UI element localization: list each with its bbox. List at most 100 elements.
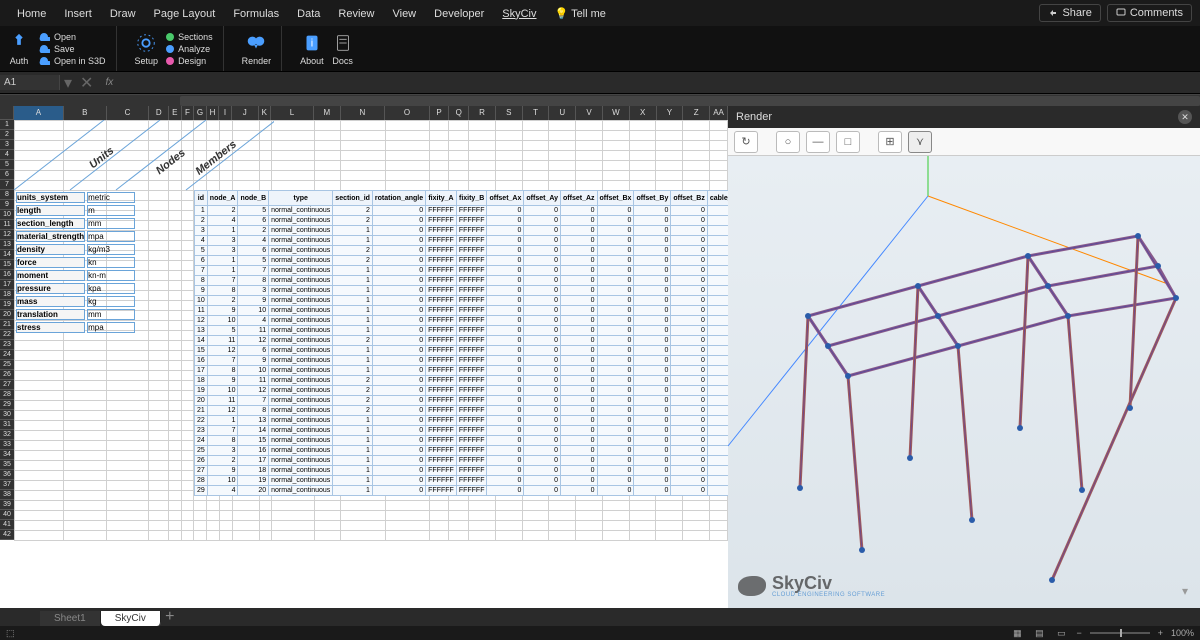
col-R[interactable]: R	[469, 106, 496, 120]
col-C[interactable]: C	[107, 106, 150, 120]
render-button[interactable]: Render	[242, 32, 272, 66]
col-I[interactable]: I	[219, 106, 232, 120]
zoom-level[interactable]: 100%	[1171, 628, 1194, 638]
menu-tell-me[interactable]: 💡 Tell me	[546, 4, 615, 24]
about-button[interactable]: i About	[300, 32, 324, 66]
menu-draw[interactable]: Draw	[101, 4, 145, 24]
col-K[interactable]: K	[259, 106, 272, 120]
row-38[interactable]: 38	[0, 490, 14, 500]
col-AA[interactable]: AA	[710, 106, 728, 120]
line-tool-icon[interactable]: —	[806, 131, 830, 153]
analyze-button[interactable]: Analyze	[166, 44, 213, 54]
row-28[interactable]: 28	[0, 390, 14, 400]
row-40[interactable]: 40	[0, 510, 14, 520]
dropdown-icon[interactable]: ▾	[1182, 584, 1188, 598]
row-29[interactable]: 29	[0, 400, 14, 410]
row-4[interactable]: 4	[0, 150, 14, 160]
row-31[interactable]: 31	[0, 420, 14, 430]
save-button[interactable]: Save	[38, 44, 106, 54]
row-19[interactable]: 19	[0, 300, 14, 310]
column-headers[interactable]: ABCDEFGHIJKLMNOPQRSTUVWXYZAA	[14, 106, 728, 120]
row-37[interactable]: 37	[0, 480, 14, 490]
menu-page-layout[interactable]: Page Layout	[145, 4, 225, 24]
menu-home[interactable]: Home	[8, 4, 55, 24]
menu-insert[interactable]: Insert	[55, 4, 101, 24]
row-22[interactable]: 22	[0, 330, 14, 340]
formula-input[interactable]	[121, 72, 1200, 93]
view-page-icon[interactable]: ▤	[1032, 627, 1046, 639]
setup-button[interactable]: Setup	[135, 32, 159, 66]
row-2[interactable]: 2	[0, 130, 14, 140]
col-B[interactable]: B	[64, 106, 107, 120]
col-M[interactable]: M	[314, 106, 341, 120]
row-41[interactable]: 41	[0, 520, 14, 530]
select-all-corner[interactable]	[0, 106, 14, 120]
menu-data[interactable]: Data	[288, 4, 329, 24]
row-30[interactable]: 30	[0, 410, 14, 420]
row-32[interactable]: 32	[0, 430, 14, 440]
row-23[interactable]: 23	[0, 340, 14, 350]
col-G[interactable]: G	[194, 106, 207, 120]
row-25[interactable]: 25	[0, 360, 14, 370]
menu-view[interactable]: View	[383, 4, 425, 24]
row-17[interactable]: 17	[0, 280, 14, 290]
menu-formulas[interactable]: Formulas	[224, 4, 288, 24]
row-20[interactable]: 20	[0, 310, 14, 320]
tab-skyciv[interactable]: SkyCiv	[101, 611, 161, 626]
close-render-button[interactable]: ✕	[1178, 110, 1192, 124]
col-J[interactable]: J	[232, 106, 259, 120]
row-8[interactable]: 8	[0, 190, 14, 200]
comments-button[interactable]: Comments	[1107, 4, 1192, 22]
row-26[interactable]: 26	[0, 370, 14, 380]
col-D[interactable]: D	[149, 106, 169, 120]
row-24[interactable]: 24	[0, 350, 14, 360]
design-button[interactable]: Design	[166, 56, 213, 66]
menu-skyciv[interactable]: SkyCiv	[493, 4, 545, 24]
circle-tool-icon[interactable]: ○	[776, 131, 800, 153]
units-table[interactable]: units_systemmetriclengthmsection_lengthm…	[14, 190, 137, 335]
row-36[interactable]: 36	[0, 470, 14, 480]
add-sheet-button[interactable]: +	[161, 608, 179, 626]
col-U[interactable]: U	[549, 106, 576, 120]
row-10[interactable]: 10	[0, 210, 14, 220]
row-21[interactable]: 21	[0, 320, 14, 330]
auth-button[interactable]: Auth	[8, 32, 30, 66]
row-headers[interactable]: 1234567891011121314151617181920212223242…	[0, 120, 14, 540]
menu-review[interactable]: Review	[329, 4, 383, 24]
col-P[interactable]: P	[430, 106, 450, 120]
row-42[interactable]: 42	[0, 530, 14, 540]
zoom-out-button[interactable]: −	[1076, 628, 1081, 638]
sections-button[interactable]: Sections	[166, 32, 213, 42]
row-3[interactable]: 3	[0, 140, 14, 150]
view-normal-icon[interactable]: ▦	[1010, 627, 1024, 639]
col-F[interactable]: F	[182, 106, 195, 120]
row-9[interactable]: 9	[0, 200, 14, 210]
open-s3d-button[interactable]: Open in S3D	[38, 56, 106, 66]
col-X[interactable]: X	[630, 106, 657, 120]
row-39[interactable]: 39	[0, 500, 14, 510]
col-V[interactable]: V	[576, 106, 603, 120]
row-13[interactable]: 13	[0, 240, 14, 250]
grid-view-icon[interactable]: ⊞	[878, 131, 902, 153]
refresh-icon[interactable]: ↻	[734, 131, 758, 153]
menu-developer[interactable]: Developer	[425, 4, 493, 24]
zoom-in-button[interactable]: +	[1158, 628, 1163, 638]
render-canvas[interactable]: SkyCiv CLOUD ENGINEERING SOFTWARE ▾	[728, 156, 1200, 614]
row-5[interactable]: 5	[0, 160, 14, 170]
view-break-icon[interactable]: ▭	[1054, 627, 1068, 639]
tab-sheet1[interactable]: Sheet1	[40, 611, 101, 626]
row-11[interactable]: 11	[0, 220, 14, 230]
row-1[interactable]: 1	[0, 120, 14, 130]
members-table[interactable]: idnode_Anode_Btypesection_idrotation_ang…	[194, 190, 728, 496]
col-Q[interactable]: Q	[449, 106, 469, 120]
row-15[interactable]: 15	[0, 260, 14, 270]
row-34[interactable]: 34	[0, 450, 14, 460]
col-W[interactable]: W	[603, 106, 630, 120]
row-33[interactable]: 33	[0, 440, 14, 450]
col-Z[interactable]: Z	[683, 106, 710, 120]
row-6[interactable]: 6	[0, 170, 14, 180]
row-35[interactable]: 35	[0, 460, 14, 470]
open-button[interactable]: Open	[38, 32, 106, 42]
col-S[interactable]: S	[496, 106, 523, 120]
share-button[interactable]: Share	[1039, 4, 1100, 22]
